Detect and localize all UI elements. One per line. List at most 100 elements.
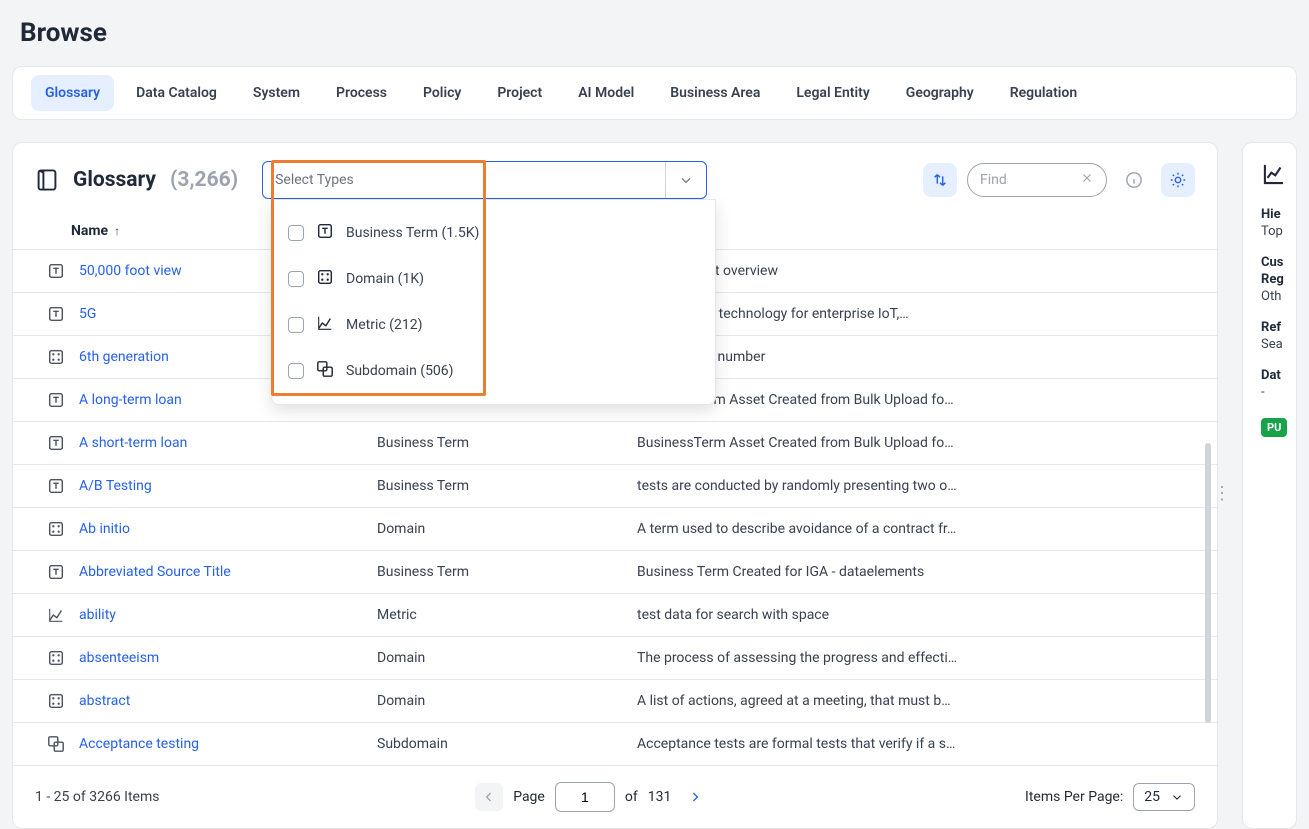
column-header-description[interactable]: ion <box>661 223 1195 239</box>
term-icon <box>47 391 71 409</box>
item-link[interactable]: A/B Testing <box>79 478 377 494</box>
item-link[interactable]: Ab initio <box>79 521 377 537</box>
item-type: Metric <box>377 607 637 623</box>
item-type: Business Term <box>377 435 637 451</box>
term-icon <box>316 222 334 244</box>
item-description: tests are conducted by randomly presenti… <box>637 478 1195 494</box>
item-description: BusinessTerm Asset Created from Bulk Upl… <box>637 392 1195 408</box>
option-label: Business Term (1.5K) <box>346 225 479 241</box>
glossary-card: Glossary (3,266) Select Types Business T… <box>12 142 1218 829</box>
domain-icon <box>47 649 71 667</box>
domain-icon <box>47 520 71 538</box>
tab-legal-entity[interactable]: Legal Entity <box>782 75 883 111</box>
side-panel: Hie Top Cus Reg Oth Ref Sea Dat - PU <box>1242 142 1297 829</box>
tab-geography[interactable]: Geography <box>892 75 988 111</box>
side-oth: Oth <box>1261 289 1296 304</box>
page-title: Browse <box>0 0 1309 66</box>
item-type: Business Term <box>377 564 637 580</box>
item-description: ular wireless technology for enterprise … <box>637 306 1195 322</box>
side-hierarchy: Hie <box>1261 207 1296 222</box>
term-icon <box>47 434 71 452</box>
side-dash: - <box>1261 385 1296 400</box>
table-row: Abbreviated Source Title Business Term B… <box>13 551 1217 594</box>
option-label: Domain (1K) <box>346 271 424 287</box>
item-link[interactable]: Acceptance testing <box>79 736 377 752</box>
more-icon[interactable]: ⋮ <box>1213 483 1231 504</box>
vertical-scrollbar[interactable] <box>1205 443 1211 723</box>
side-reg: Reg <box>1261 272 1296 287</box>
settings-button[interactable] <box>1161 163 1195 197</box>
item-link[interactable]: Abbreviated Source Title <box>79 564 377 580</box>
item-link[interactable]: ability <box>79 607 377 623</box>
item-description: A list of actions, agreed at a meeting, … <box>637 693 1195 709</box>
item-description: a starts with number <box>637 349 1195 365</box>
tab-policy[interactable]: Policy <box>409 75 475 111</box>
type-option-sub[interactable]: Subdomain (506) <box>272 348 715 394</box>
select-types-placeholder: Select Types <box>275 172 354 188</box>
item-description: test data for search with space <box>637 607 1195 623</box>
type-option-term[interactable]: Business Term (1.5K) <box>272 210 715 256</box>
table-row: A short-term loan Business Term Business… <box>13 422 1217 465</box>
items-per-page-select[interactable]: 25 <box>1133 783 1195 811</box>
metric-icon <box>316 314 334 336</box>
table-row: Ab initio Domain A term used to describe… <box>13 508 1217 551</box>
option-label: Subdomain (506) <box>346 363 454 379</box>
term-icon <box>47 305 71 323</box>
side-ref: Ref <box>1261 320 1296 335</box>
type-option-domain[interactable]: Domain (1K) <box>272 256 715 302</box>
prev-page-button[interactable] <box>475 783 503 811</box>
side-top: Top <box>1261 224 1296 239</box>
tab-system[interactable]: System <box>239 75 314 111</box>
chevron-down-icon <box>1170 790 1184 804</box>
find-input[interactable]: Find <box>967 163 1107 197</box>
info-icon[interactable] <box>1117 163 1151 197</box>
item-link[interactable]: absenteeism <box>79 650 377 666</box>
tab-process[interactable]: Process <box>322 75 401 111</box>
item-link[interactable]: A short-term loan <box>79 435 377 451</box>
tab-glossary[interactable]: Glossary <box>31 75 114 111</box>
total-pages: 131 <box>648 789 672 805</box>
sub-icon <box>47 735 71 753</box>
checkbox[interactable] <box>288 225 304 241</box>
chevron-down-icon <box>665 162 694 198</box>
side-custom: Cus <box>1261 255 1296 270</box>
sort-button[interactable] <box>923 163 957 197</box>
clear-icon[interactable] <box>1080 171 1094 189</box>
page-label: Page <box>513 789 545 805</box>
select-types-dropdown[interactable]: Select Types <box>262 161 707 199</box>
published-badge: PU <box>1261 418 1287 437</box>
table-footer: 1 - 25 of 3266 Items Page of 131 Items P… <box>13 766 1217 828</box>
item-description: The process of assessing the progress an… <box>637 650 1195 666</box>
tab-data-catalog[interactable]: Data Catalog <box>122 75 231 111</box>
type-option-metric[interactable]: Metric (212) <box>272 302 715 348</box>
domain-icon <box>47 692 71 710</box>
table-row: absenteeism Domain The process of assess… <box>13 637 1217 680</box>
side-dat: Dat <box>1261 368 1296 383</box>
term-icon <box>47 262 71 280</box>
linechart-icon[interactable] <box>1261 161 1296 191</box>
checkbox[interactable] <box>288 363 304 379</box>
tab-ai-model[interactable]: AI Model <box>564 75 648 111</box>
pager: Page of 131 <box>475 782 709 812</box>
item-type: Domain <box>377 650 637 666</box>
page-of-label: of <box>625 789 638 805</box>
tab-regulation[interactable]: Regulation <box>996 75 1091 111</box>
items-per-page-label: Items Per Page: <box>1025 789 1123 805</box>
pagination-summary: 1 - 25 of 3266 Items <box>35 789 159 805</box>
item-description: BusinessTerm Asset Created from Bulk Upl… <box>637 435 1195 451</box>
item-description: Business Term Created for IGA - dataelem… <box>637 564 1195 580</box>
tab-business-area[interactable]: Business Area <box>656 75 774 111</box>
tab-project[interactable]: Project <box>483 75 556 111</box>
glossary-icon <box>35 168 59 192</box>
checkbox[interactable] <box>288 317 304 333</box>
table-row: ability Metric test data for search with… <box>13 594 1217 637</box>
table-row: Acceptance testing Subdomain Acceptance … <box>13 723 1217 766</box>
next-page-button[interactable] <box>681 783 709 811</box>
column-header-name-label: Name <box>71 223 108 239</box>
glossary-title: Glossary <box>73 168 156 192</box>
item-type: Business Term <box>377 478 637 494</box>
term-icon <box>47 477 71 495</box>
page-input[interactable] <box>555 782 615 812</box>
checkbox[interactable] <box>288 271 304 287</box>
item-link[interactable]: abstract <box>79 693 377 709</box>
